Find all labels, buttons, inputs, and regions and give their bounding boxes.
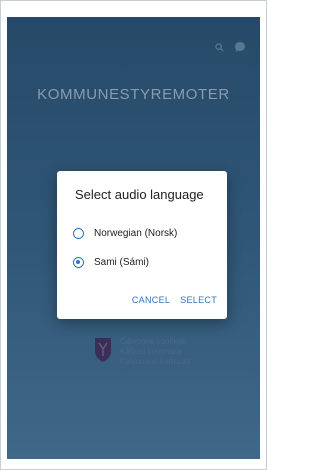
radio-button-checked[interactable] [73,257,84,268]
option-label: Norwegian (Norsk) [94,228,178,239]
phone-screen: KOMMUNESTYREMOTER Gáivuona suohkan Kåfjo… [0,0,267,470]
select-button[interactable]: SELECT [180,295,217,305]
radio-button[interactable] [73,228,84,239]
option-norwegian[interactable]: Norwegian (Norsk) [73,228,177,239]
audio-language-dialog: Select audio language Norwegian (Norsk) … [57,171,227,319]
option-label: Sami (Sámi) [94,257,150,268]
option-sami[interactable]: Sami (Sámi) [73,257,149,268]
dialog-actions: CANCEL SELECT [132,295,217,305]
cancel-button[interactable]: CANCEL [132,295,170,305]
dialog-title: Select audio language [75,187,204,202]
